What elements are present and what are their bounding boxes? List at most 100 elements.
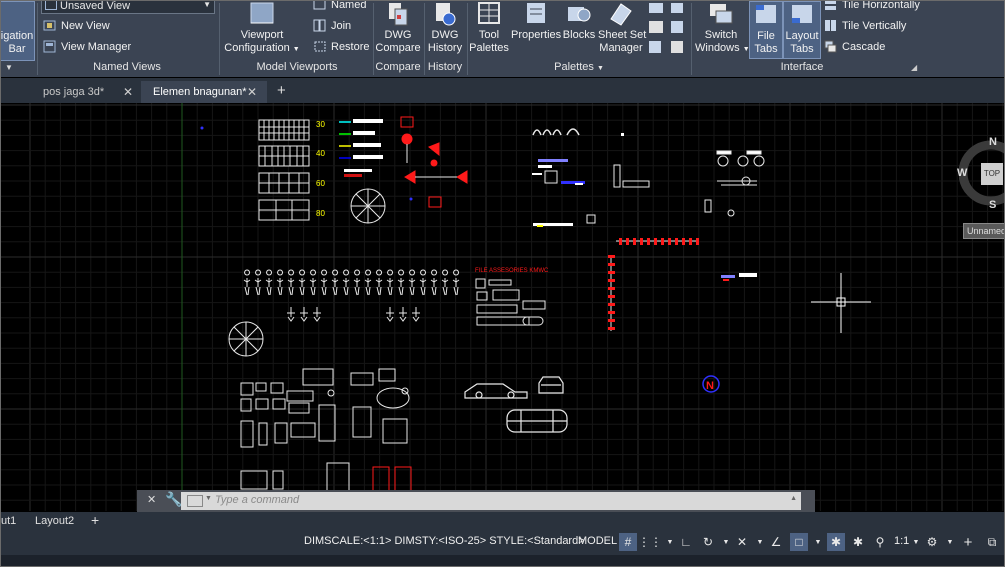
close-icon[interactable]: ✕ xyxy=(123,81,133,103)
blocks-button[interactable]: Blocks xyxy=(562,1,596,42)
chevron-up-icon[interactable]: ▲ xyxy=(790,495,797,502)
auto-scale-icon[interactable]: ✱ xyxy=(849,533,867,551)
join-viewports-button[interactable]: Join xyxy=(313,19,351,32)
railing-post xyxy=(608,327,615,330)
isodraft-icon[interactable]: ✕ xyxy=(733,533,751,551)
cascade-button[interactable]: Cascade xyxy=(824,40,885,53)
file-tabs-icon xyxy=(756,5,776,23)
new-view-button[interactable]: New View xyxy=(43,19,110,32)
switch-windows-label-2: Windows xyxy=(695,42,740,54)
clean-screen-icon[interactable]: ⧉ xyxy=(983,533,1001,551)
annotation-scale-icon[interactable]: ⚲ xyxy=(871,533,889,551)
railing-post xyxy=(682,238,685,245)
autocad-window: igation Bar ▼ Unsaved View ▼ New View Vi… xyxy=(0,0,1005,567)
close-icon[interactable]: ✕ xyxy=(147,493,156,506)
viewcube-top-label: TOP xyxy=(983,169,1001,178)
restore-label: Restore xyxy=(331,40,370,53)
person-silhouette xyxy=(265,269,273,296)
wcs-dropdown[interactable]: Unnamed xyxy=(963,223,1004,239)
layout-tab-1[interactable]: ut1 xyxy=(1,515,16,527)
viewcube-top-face[interactable]: TOP xyxy=(981,163,1003,185)
railing-post xyxy=(626,238,629,245)
viewport-configuration-button[interactable]: Viewport Configuration ▼ xyxy=(223,1,301,56)
named-viewports-button[interactable]: Named xyxy=(313,1,366,11)
railing-post xyxy=(661,238,664,245)
table-label-30: 30 xyxy=(316,120,325,129)
layout-tabs-icon xyxy=(792,5,812,23)
railing-post xyxy=(640,238,643,245)
close-icon[interactable]: ✕ xyxy=(247,81,257,103)
tile-vertically-button[interactable]: Tile Vertically xyxy=(824,19,906,32)
chevron-down-icon: ▼ xyxy=(205,495,212,502)
ortho-icon[interactable]: ∟ xyxy=(677,533,695,551)
viewcube[interactable]: N W S TOP xyxy=(957,133,1004,213)
file-tab-elemen-bnagunan[interactable]: Elemen bnagunan* ✕ xyxy=(141,81,267,103)
switch-windows-button[interactable]: Switch Windows ▼ xyxy=(695,1,750,56)
gear-icon[interactable]: ⚙ xyxy=(923,533,941,551)
compass-south[interactable]: S xyxy=(989,199,996,211)
chevron-down-icon[interactable]: ▼ xyxy=(941,533,959,551)
join-icon xyxy=(313,19,326,32)
model-viewports-panel-title: Model Viewports xyxy=(256,61,338,73)
add-layout-plus-icon[interactable]: + xyxy=(91,512,99,528)
table-label-40: 40 xyxy=(316,149,325,158)
dwg-history-label-2: History xyxy=(427,42,463,54)
dimension-info: DIMSCALE:<1:1> DIMSTY:<ISO-25> STYLE:<St… xyxy=(304,535,585,547)
named-view-dropdown[interactable]: Unsaved View ▼ xyxy=(41,0,215,14)
plus-icon[interactable]: + xyxy=(959,533,977,551)
file-tabs-toggle[interactable]: File Tabs xyxy=(749,1,783,59)
railing-post xyxy=(608,255,615,258)
navigation-dropdown-icon[interactable]: ▼ xyxy=(5,63,13,72)
person-silhouette xyxy=(397,269,405,296)
navigation-bar-button[interactable]: igation Bar xyxy=(1,1,35,61)
person-silhouette xyxy=(430,269,438,296)
dwg-compare-button[interactable]: DWG Compare xyxy=(375,1,421,55)
compass-west[interactable]: W xyxy=(957,167,967,179)
file-tab-bar: pos jaga 3d* ✕ Elemen bnagunan* ✕ + xyxy=(1,78,1004,103)
view-manager-button[interactable]: View Manager xyxy=(43,40,131,53)
railing-post xyxy=(654,238,657,245)
restore-icon xyxy=(314,41,326,52)
polar-tracking-icon[interactable]: ↻ xyxy=(699,533,717,551)
tile-horizontally-button[interactable]: Tile Horizontally xyxy=(824,1,920,11)
table-label-60: 60 xyxy=(316,179,325,188)
panel-launcher-icon[interactable]: ◢ xyxy=(911,63,917,72)
table-label-80: 80 xyxy=(316,209,325,218)
dwg-compare-label-1: DWG xyxy=(384,29,412,41)
compare-panel-title: Compare xyxy=(375,61,421,73)
new-tab-plus-icon[interactable]: + xyxy=(277,82,286,100)
annotation-visibility-icon[interactable]: ✱ xyxy=(827,533,845,551)
layout-tabs-label-1: Layout xyxy=(785,30,819,42)
layout-tabs-toggle[interactable]: Layout Tabs xyxy=(783,1,821,59)
model-space-button[interactable]: MODEL xyxy=(578,535,617,547)
object-snap-icon[interactable]: □ xyxy=(790,533,808,551)
chevron-down-icon: ▼ xyxy=(203,0,211,9)
viewport-configuration-icon xyxy=(250,2,274,24)
status-bar: DIMSCALE:<1:1> DIMSTY:<ISO-25> STYLE:<St… xyxy=(1,530,1004,555)
wrench-icon[interactable]: 🔧 xyxy=(165,491,182,508)
drawing-area[interactable]: 30 40 60 80 FILE ASSESORIES KMWC N N W S… xyxy=(1,103,1004,511)
restore-viewports-button[interactable]: Restore xyxy=(313,40,370,53)
properties-button[interactable]: Properties xyxy=(511,1,561,42)
tile-vertically-label: Tile Vertically xyxy=(842,19,907,32)
palettes-small-icons xyxy=(647,3,687,55)
tool-palettes-icon xyxy=(478,2,500,24)
panel-separator xyxy=(467,3,468,75)
compass-north[interactable]: N xyxy=(989,136,997,148)
tool-palettes-button[interactable]: Tool Palettes xyxy=(469,1,509,55)
object-snap-tracking-icon[interactable]: ∠ xyxy=(767,533,785,551)
accessories-title: FILE ASSESORIES KMWC xyxy=(475,268,549,274)
command-input[interactable]: ▼ Type a command ▲ xyxy=(181,492,801,510)
named-views-panel-title: Named Views xyxy=(93,61,161,73)
sheet-set-manager-button[interactable]: Sheet Set Manager xyxy=(598,1,646,55)
command-line: ✕ 🔧 ▼ Type a command ▲ xyxy=(137,490,815,512)
palettes-panel-title[interactable]: Palettes ▼ xyxy=(469,61,689,73)
dwg-history-button[interactable]: DWG History xyxy=(426,1,464,55)
grid-icon[interactable]: # xyxy=(619,533,637,551)
chevron-down-icon[interactable]: ▼ xyxy=(809,533,827,551)
layout-tab-2[interactable]: Layout2 xyxy=(35,515,74,527)
snap-icon[interactable]: ⋮⋮ xyxy=(638,533,662,551)
person-silhouette xyxy=(331,269,339,296)
sheet-set-label-2: Manager xyxy=(599,42,643,54)
file-tab-pos-jaga[interactable]: pos jaga 3d* ✕ xyxy=(31,81,139,103)
